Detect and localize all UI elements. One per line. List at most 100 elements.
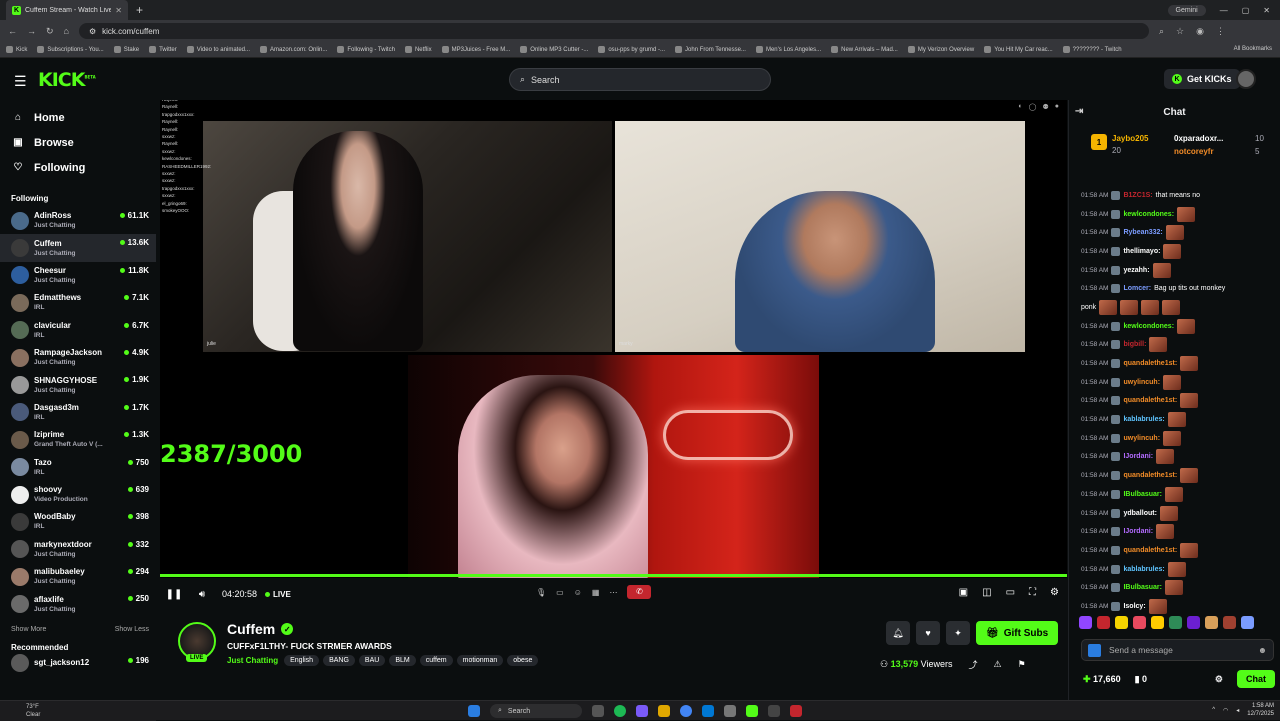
theater-mode-icon[interactable]: ▭ (1006, 587, 1015, 598)
close-window-icon[interactable]: ✕ (1263, 6, 1270, 15)
send-chat-button[interactable]: Chat (1237, 670, 1275, 688)
grid-icon[interactable]: ▦ (592, 588, 600, 597)
weather-widget[interactable]: 73°F Clear (0, 701, 156, 721)
camera-icon[interactable]: ▭ (556, 588, 564, 597)
more-options-icon[interactable]: ⚑ (1018, 659, 1026, 670)
recommended-item[interactable]: sgt_jackson12 196 (0, 652, 156, 674)
emote-icon[interactable] (1187, 616, 1200, 629)
folder-icon[interactable] (658, 705, 670, 717)
sidebar-following-item[interactable]: WoodBaby IRL 398 (0, 508, 156, 535)
emote-icon[interactable] (1241, 616, 1254, 629)
video-player[interactable]: julie marky Raynell:Raynell:trapgodxxx1x… (160, 100, 1067, 578)
profile-button[interactable]: Gemini (1167, 4, 1206, 16)
sidebar-following-item[interactable]: aflaxlife Just Chatting 250 (0, 590, 156, 617)
spotify-icon[interactable] (614, 705, 626, 717)
tag-pill[interactable]: English (284, 655, 320, 666)
message-username[interactable]: quandalethe1st: (1123, 360, 1177, 367)
forward-icon[interactable]: → (27, 26, 36, 36)
share-icon[interactable]: ⤴ (968, 658, 977, 671)
emote-icon[interactable] (1133, 616, 1146, 629)
bookmark-item[interactable]: Kick (6, 46, 27, 53)
fullscreen-icon[interactable]: ⛶ (1029, 587, 1036, 598)
chat-input[interactable]: Send a message ☻ (1081, 639, 1274, 661)
end-call-icon[interactable]: ✆ (627, 585, 652, 599)
message-username[interactable]: B1ZC1S: (1123, 192, 1152, 199)
live-indicator[interactable]: LIVE (265, 590, 291, 599)
twitch-emote-icon[interactable] (1079, 616, 1092, 629)
leader-name[interactable]: notcoreyfr (1174, 147, 1214, 156)
new-tab-button[interactable]: + (136, 3, 143, 17)
message-username[interactable]: Lomcer: (1123, 285, 1151, 292)
user-avatar[interactable] (1236, 69, 1256, 89)
bookmark-item[interactable]: ???????? - Twitch (1062, 46, 1122, 53)
tag-pill[interactable]: obese (507, 655, 539, 666)
bookmark-item[interactable]: Video to animated... (186, 46, 250, 53)
message-username[interactable]: IJordani: (1123, 528, 1153, 535)
message-username[interactable]: IBulbasuar: (1123, 491, 1162, 498)
message-username[interactable]: ydballout: (1123, 510, 1156, 517)
message-username[interactable]: kewlcondones: (1123, 211, 1174, 218)
minimize-icon[interactable]: — (1220, 6, 1228, 15)
leader-name[interactable]: 0xparadoxr... (1174, 134, 1223, 143)
tag-pill[interactable]: BLM (389, 655, 416, 666)
sidebar-following-item[interactable]: Cheesur Just Chatting 11.8K (0, 262, 156, 289)
clip-icon[interactable]: ◯ (1029, 103, 1037, 111)
emote-icon[interactable] (1115, 616, 1128, 629)
tag-pill[interactable]: BAU (358, 655, 386, 666)
tray-chevron-icon[interactable]: ^ (1212, 707, 1215, 713)
report-icon[interactable]: ⚠ (994, 659, 1002, 670)
theater-icon[interactable]: ◐ (1018, 103, 1022, 111)
sidebar-following-item[interactable]: SHNAGGYHOSE Just Chatting 1.9K (0, 371, 156, 398)
sidebar-following-item[interactable]: clavicular IRL 6.7K (0, 317, 156, 344)
sidebar-following-item[interactable]: markynextdoor Just Chatting 332 (0, 536, 156, 563)
sidebar-following-item[interactable]: malibubaeley Just Chatting 294 (0, 563, 156, 590)
message-username[interactable]: Rybean332: (1123, 229, 1162, 236)
task-view-icon[interactable] (592, 705, 604, 717)
message-username[interactable]: kewlcondones: (1123, 323, 1174, 330)
category-link[interactable]: Just Chatting (227, 656, 278, 665)
message-username[interactable]: quandalethe1st: (1123, 547, 1177, 554)
bookmark-item[interactable]: John From Tennesse... (675, 46, 746, 53)
volume-icon[interactable]: 🔊︎ (188, 589, 216, 600)
message-username[interactable]: yezahh: (1123, 267, 1149, 274)
follow-heart-icon[interactable]: ♥ (916, 621, 940, 645)
sidebar-following-item[interactable]: Dasgasd3m IRL 1.7K (0, 399, 156, 426)
bookmark-item[interactable]: Netflix (404, 46, 432, 53)
chat-bubble-icon[interactable]: ● (1055, 103, 1059, 111)
chat-settings-icon[interactable]: ⚙ (1215, 674, 1223, 685)
emoji-icon[interactable]: ☻ (1258, 645, 1267, 655)
bookmark-item[interactable]: New Arrivals – Mad... (831, 46, 898, 53)
tag-pill[interactable]: motionman (456, 655, 504, 666)
bookmark-item[interactable]: Amazon.com: Onlin... (260, 46, 327, 53)
notification-bell-icon[interactable]: 🔔︎ (886, 621, 910, 645)
mic-icon[interactable]: 🎙︎ (536, 588, 546, 597)
message-username[interactable]: IBulbasuar: (1123, 584, 1162, 591)
sidebar-following-item[interactable]: shoovy Video Production 639 (0, 481, 156, 508)
extension-icon[interactable]: ◉ (1196, 26, 1204, 37)
emote-icon[interactable] (1151, 616, 1164, 629)
sidebar-following-item[interactable]: Iziprime Grand Theft Auto V (... 1.3K (0, 426, 156, 453)
tag-pill[interactable]: cuffem (419, 655, 453, 666)
back-icon[interactable]: ← (8, 26, 17, 36)
menu-kebab-icon[interactable]: ⋮ (1216, 26, 1225, 37)
bookmark-item[interactable]: MP3Juices - Free M... (441, 46, 510, 53)
boost-icon[interactable]: ✦ (946, 621, 970, 645)
app-icon[interactable] (724, 705, 736, 717)
sidebar-following-item[interactable]: AdinRoss Just Chatting 61.1K (0, 207, 156, 234)
gift-subs-button[interactable]: 🎁︎ Gift Subs (976, 621, 1059, 645)
start-icon[interactable] (468, 705, 480, 717)
message-username[interactable]: kablabrules: (1123, 416, 1164, 423)
speaker-icon[interactable]: ◂ (1236, 707, 1239, 714)
zoom-icon[interactable]: ⌕ (1159, 26, 1164, 37)
app-icon[interactable] (768, 705, 780, 717)
tab-close-icon[interactable]: ✕ (115, 6, 122, 15)
message-username[interactable]: quandalethe1st: (1123, 472, 1177, 479)
clip-button-icon[interactable]: ◫ (982, 587, 991, 598)
bookmark-item[interactable]: Online MP3 Cutter -... (520, 46, 588, 53)
chrome-icon[interactable] (680, 705, 692, 717)
kick-app-icon[interactable] (746, 705, 758, 717)
sidebar-item-following[interactable]: ♡ Following (0, 155, 156, 180)
menu-hamburger-icon[interactable]: ☰ (14, 73, 27, 90)
site-info-icon[interactable]: ⚙ (89, 27, 96, 36)
settings-icon[interactable]: ⚙ (1050, 587, 1059, 598)
